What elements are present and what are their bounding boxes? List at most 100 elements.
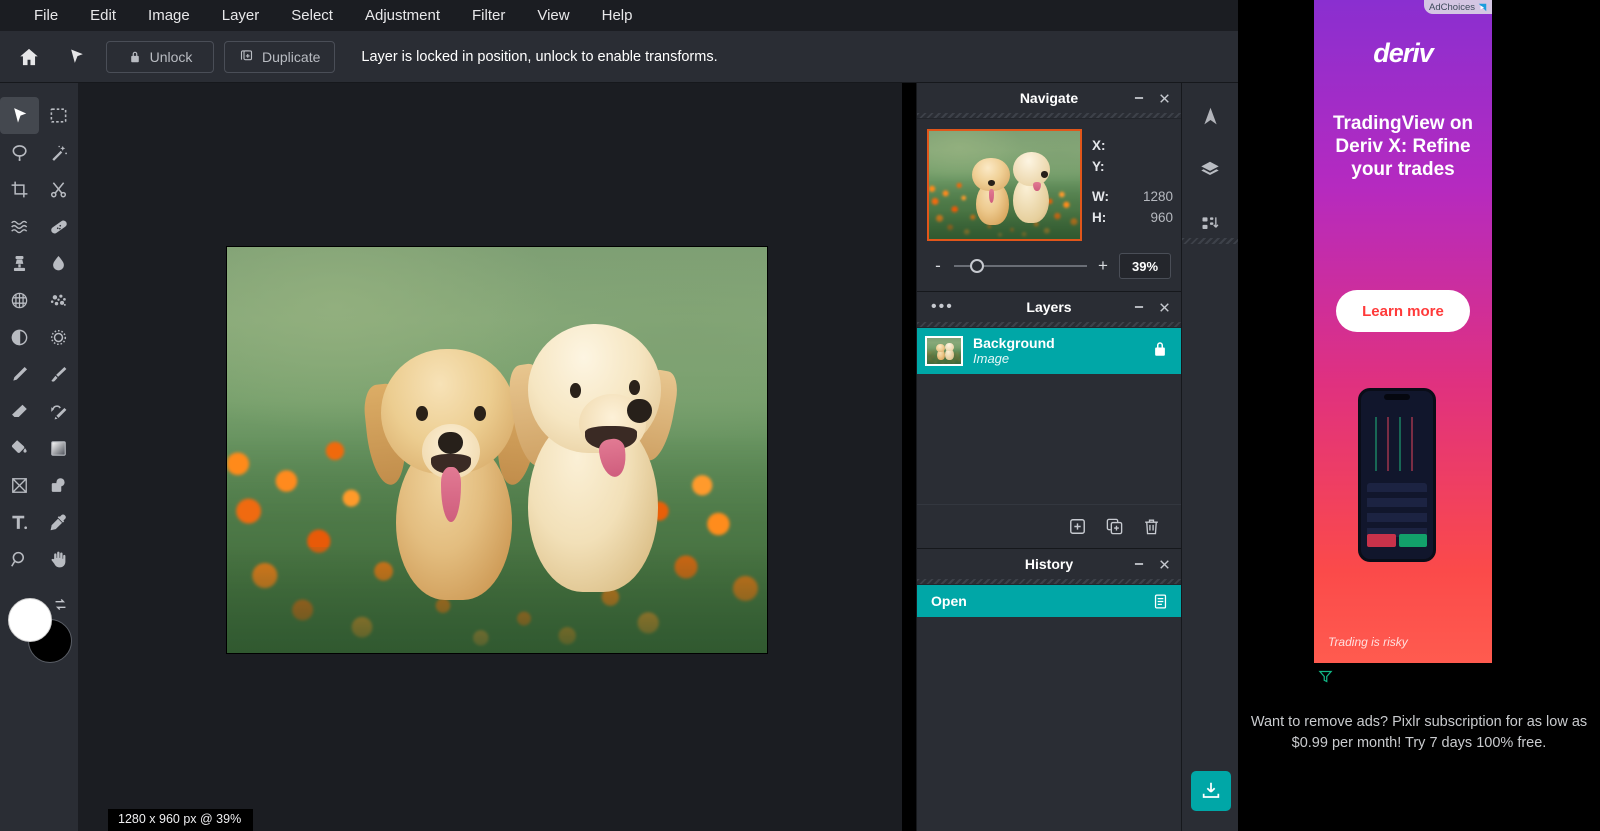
history-minimize-icon[interactable]: [1132, 557, 1146, 571]
toning-tool[interactable]: [0, 319, 39, 356]
menu-item-layer[interactable]: Layer: [206, 0, 276, 31]
shape-tool[interactable]: [39, 467, 78, 504]
clone-stamp-tool[interactable]: [0, 245, 39, 282]
layer-lock-icon[interactable]: [1151, 340, 1169, 363]
adchoices-badge[interactable]: AdChoices: [1424, 0, 1492, 14]
marquee-select-tool[interactable]: [39, 97, 78, 134]
layers-panel: ••• Layers Background Image: [917, 292, 1181, 548]
crop-tool[interactable]: [0, 171, 39, 208]
dispersion-tool[interactable]: [39, 282, 78, 319]
foreground-color-swatch[interactable]: [8, 598, 52, 642]
arrange-cursor-icon[interactable]: [58, 38, 96, 76]
gradient-tool[interactable]: [39, 430, 78, 467]
zoom-out-button[interactable]: -: [931, 256, 945, 276]
history-item-open[interactable]: Open: [917, 585, 1181, 617]
hand-tool[interactable]: [39, 541, 78, 578]
paint-brush-tool[interactable]: [39, 356, 78, 393]
menu-item-select[interactable]: Select: [275, 0, 349, 31]
layer-type: Image: [973, 350, 1010, 366]
navigate-panel-header: Navigate: [917, 83, 1181, 113]
layer-row-background[interactable]: Background Image: [917, 328, 1181, 374]
eraser-tool[interactable]: [0, 393, 39, 430]
zoom-tool[interactable]: [0, 541, 39, 578]
cutout-tool[interactable]: [39, 171, 78, 208]
liquify-tool[interactable]: [0, 208, 39, 245]
add-element-tool[interactable]: [0, 467, 39, 504]
zoom-slider[interactable]: [954, 259, 1087, 273]
panel-toggle-strip: [1181, 83, 1239, 831]
zoom-slider-knob[interactable]: [969, 259, 984, 273]
navigate-close-icon[interactable]: [1158, 92, 1171, 105]
history-list: Open: [917, 585, 1181, 785]
delete-layer-button[interactable]: [1142, 517, 1161, 536]
history-icon[interactable]: [1190, 207, 1230, 241]
layer-name: Background: [973, 335, 1055, 352]
history-panel-header: History: [917, 549, 1181, 579]
arrange-tool[interactable]: [0, 97, 39, 134]
menu-item-adjustment[interactable]: Adjustment: [349, 0, 456, 31]
navigate-panel: Navigate X: Y: W: 1280 H: 960 - + 39%: [917, 83, 1181, 291]
navigate-panel-title: Navigate: [1019, 90, 1079, 106]
navigate-h-label: H:: [1092, 210, 1107, 225]
navigate-thumbnail[interactable]: [927, 129, 1082, 241]
duplicate-button[interactable]: Duplicate: [224, 40, 336, 73]
zoom-controls: - + 39%: [917, 247, 1181, 291]
duplicate-label: Duplicate: [262, 48, 321, 65]
layers-stack-icon[interactable]: [1190, 153, 1230, 187]
adchoices-label: AdChoices: [1429, 1, 1475, 13]
color-picker-tool[interactable]: [39, 504, 78, 541]
magic-wand-tool[interactable]: [39, 134, 78, 171]
lock-icon: [130, 51, 139, 62]
history-close-icon[interactable]: [1158, 558, 1171, 571]
navigate-w-value: 1280: [1142, 189, 1173, 204]
zoom-value-input[interactable]: 39%: [1119, 253, 1171, 279]
layers-minimize-icon[interactable]: [1132, 300, 1146, 314]
ad-risk-disclaimer: Trading is risky: [1328, 635, 1408, 649]
unlock-button[interactable]: Unlock: [106, 40, 214, 73]
zoom-in-button[interactable]: +: [1096, 256, 1110, 276]
ad-learn-more-button[interactable]: Learn more: [1336, 290, 1470, 332]
effects-tool[interactable]: [39, 319, 78, 356]
navigate-x-row: X:: [1092, 135, 1173, 156]
layers-close-icon[interactable]: [1158, 301, 1171, 314]
save-download-button[interactable]: [1191, 771, 1231, 811]
duplicate-layer-button[interactable]: [1105, 517, 1124, 536]
image-artboard[interactable]: [227, 247, 767, 653]
pen-tool[interactable]: [0, 356, 39, 393]
navigate-minimize-icon[interactable]: [1132, 91, 1146, 105]
navigate-h-value: 960: [1150, 210, 1173, 225]
heal-tool[interactable]: [39, 208, 78, 245]
menu-item-file[interactable]: File: [18, 0, 74, 31]
menu-item-edit[interactable]: Edit: [74, 0, 132, 31]
navigate-w-row: W: 1280: [1092, 186, 1173, 207]
blur-tool[interactable]: [39, 245, 78, 282]
puppies-photo: [227, 247, 767, 653]
retouch-brush-tool[interactable]: [39, 393, 78, 430]
text-tool[interactable]: [0, 504, 39, 541]
layers-more-options-icon[interactable]: •••: [931, 299, 954, 315]
ad-column: AdChoices deriv TradingView on Deriv X: …: [1238, 0, 1600, 831]
menu-item-image[interactable]: Image: [132, 0, 206, 31]
ad-headline: TradingView on Deriv X: Refine your trad…: [1332, 113, 1474, 181]
menu-item-help[interactable]: Help: [586, 0, 649, 31]
layer-thumbnail: [925, 336, 963, 366]
ad-flag-icon[interactable]: [1318, 668, 1333, 688]
navigate-y-label: Y:: [1092, 159, 1105, 174]
menu-item-view[interactable]: View: [521, 0, 585, 31]
navigate-arrow-icon[interactable]: [1190, 99, 1230, 133]
right-panels: Navigate X: Y: W: 1280 H: 960 - + 39% ••…: [916, 83, 1181, 831]
paint-bucket-tool[interactable]: [0, 430, 39, 467]
detail-tool[interactable]: [0, 282, 39, 319]
ad-banner[interactable]: AdChoices deriv TradingView on Deriv X: …: [1314, 0, 1492, 663]
adchoices-triangle-icon: [1478, 3, 1487, 12]
menu-item-filter[interactable]: Filter: [456, 0, 521, 31]
document-list-icon: [1152, 593, 1169, 610]
navigate-h-row: H: 960: [1092, 207, 1173, 228]
canvas-status-text: 1280 x 960 px @ 39%: [108, 809, 254, 831]
canvas-area[interactable]: 1280 x 960 px @ 39%: [78, 83, 902, 831]
add-layer-button[interactable]: [1068, 517, 1087, 536]
puppy-right: [505, 324, 681, 593]
swap-colors-icon[interactable]: [52, 596, 69, 618]
home-icon[interactable]: [10, 38, 48, 76]
lasso-select-tool[interactable]: [0, 134, 39, 171]
